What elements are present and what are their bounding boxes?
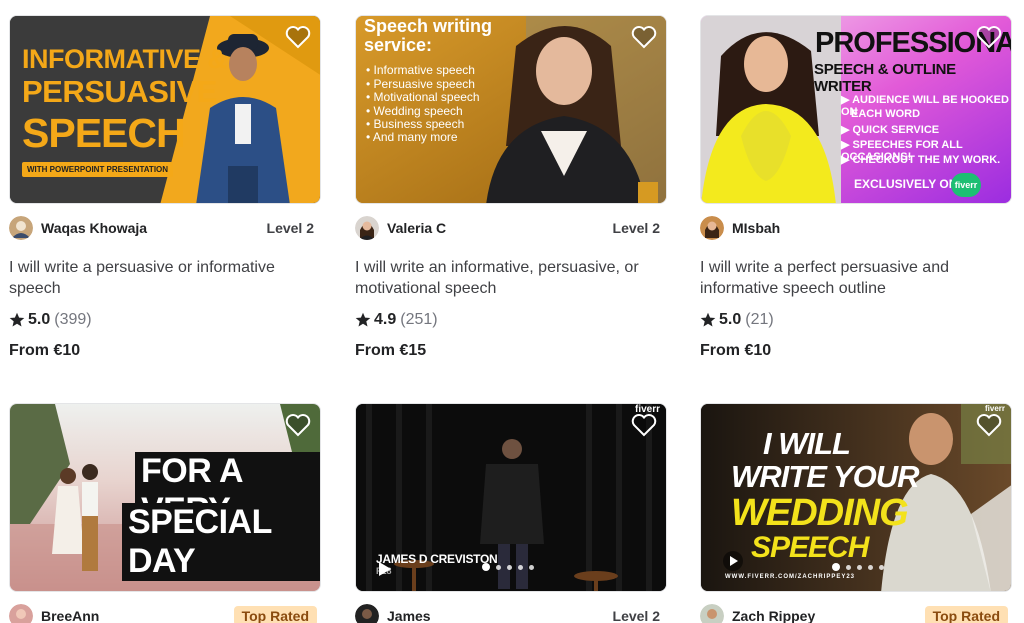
review-count: (251) bbox=[400, 311, 438, 328]
seller-name[interactable]: BreeAnn bbox=[41, 608, 99, 623]
avatar[interactable] bbox=[355, 216, 379, 240]
thumb-heading-1: Speech writing bbox=[364, 16, 493, 36]
carousel-dots[interactable] bbox=[482, 563, 534, 571]
gig-price: From €10 bbox=[9, 342, 81, 359]
seller-level-badge: Level 2 bbox=[612, 608, 660, 623]
star-icon bbox=[355, 312, 371, 327]
gig-thumbnail[interactable]: Speech writing service: • Informative sp… bbox=[355, 15, 667, 204]
gig-card[interactable]: I WILL WRITE YOUR WEDDING SPEECH fiverr … bbox=[700, 403, 1012, 623]
avatar[interactable] bbox=[700, 216, 724, 240]
top-rated-badge: Top Rated bbox=[233, 606, 317, 623]
seller-row: Valeria C Level 2 bbox=[355, 215, 667, 241]
gig-title[interactable]: I will write a persuasive or informative… bbox=[9, 257, 321, 299]
seller-row: BreeAnn Top Rated bbox=[9, 603, 321, 623]
thumb-line-3: SPEECH bbox=[22, 110, 186, 156]
thumb-list-item: ▶ CHECKOUT THE MY WORK. bbox=[841, 154, 1001, 166]
favorite-heart-icon[interactable] bbox=[285, 413, 311, 437]
gig-thumbnail[interactable]: fiverr JAMES D CREVISTON F18 bbox=[355, 403, 667, 592]
avatar[interactable] bbox=[9, 216, 33, 240]
seller-row: Zach Rippey Top Rated bbox=[700, 603, 1012, 623]
avatar[interactable] bbox=[700, 604, 724, 623]
thumb-list-item: • Persuasive speech bbox=[366, 77, 475, 91]
review-count: (21) bbox=[745, 311, 774, 328]
gig-card[interactable]: INFORMATIVE & PERSUASIVE SPEECH WITH POW… bbox=[9, 15, 321, 360]
carousel-dots[interactable] bbox=[832, 563, 884, 571]
top-rated-badge: Top Rated bbox=[924, 606, 1008, 623]
favorite-heart-icon[interactable] bbox=[976, 25, 1002, 49]
avatar[interactable] bbox=[355, 604, 379, 623]
gig-card[interactable]: FOR A VERY SPECIAL DAY BreeAnn Top Rated bbox=[9, 403, 321, 623]
play-icon[interactable] bbox=[374, 559, 394, 579]
gig-price: From €10 bbox=[700, 342, 772, 359]
thumb-list-item: • And many more bbox=[366, 130, 458, 144]
gig-rating: 5.0 (399) bbox=[9, 310, 321, 330]
thumb-line-1: I WILL bbox=[763, 426, 851, 461]
favorite-heart-icon[interactable] bbox=[631, 25, 657, 49]
gig-price: From €15 bbox=[355, 342, 427, 359]
gig-thumbnail[interactable]: I WILL WRITE YOUR WEDDING SPEECH fiverr … bbox=[700, 403, 1012, 592]
seller-row: James Level 2 bbox=[355, 603, 667, 623]
seller-row: MIsbah bbox=[700, 215, 1012, 241]
gig-card[interactable]: Speech writing service: • Informative sp… bbox=[355, 15, 667, 360]
play-icon[interactable] bbox=[723, 551, 743, 571]
favorite-heart-icon[interactable] bbox=[631, 413, 657, 437]
thumb-tag: WITH POWERPOINT PRESENTATION bbox=[22, 162, 174, 177]
favorite-heart-icon[interactable] bbox=[285, 25, 311, 49]
seller-name[interactable]: MIsbah bbox=[732, 220, 780, 236]
thumb-heading-2: service: bbox=[364, 35, 433, 55]
fiverr-logo: fiverr bbox=[951, 173, 981, 197]
thumb-line-3: WEDDING bbox=[731, 492, 909, 534]
review-count: (399) bbox=[54, 311, 92, 328]
gig-card[interactable]: PROFESSIONAL SPEECH & OUTLINE WRITER ▶ A… bbox=[700, 15, 1012, 360]
thumb-url: WWW.FIVERR.COM/ZACHRIPPEY23 bbox=[725, 574, 856, 580]
thumb-line-2: WRITE YOUR bbox=[731, 459, 919, 494]
gig-title[interactable]: I will write a perfect persuasive and in… bbox=[700, 257, 1012, 299]
rating-score: 5.0 bbox=[719, 311, 742, 328]
rating-score: 5.0 bbox=[28, 311, 51, 328]
gig-card[interactable]: fiverr JAMES D CREVISTON F18 James Level… bbox=[355, 403, 667, 623]
thumb-line-2: PERSUASIVE bbox=[22, 74, 217, 109]
gig-title[interactable]: I will write an informative, persuasive,… bbox=[355, 257, 667, 299]
star-icon bbox=[9, 312, 25, 327]
video-caption: JAMES D CREVISTON bbox=[376, 552, 498, 566]
seller-name[interactable]: Waqas Khowaja bbox=[41, 220, 147, 236]
fiverr-logo: fiverr bbox=[984, 404, 1005, 413]
gig-thumbnail[interactable]: INFORMATIVE & PERSUASIVE SPEECH WITH POW… bbox=[9, 15, 321, 204]
gig-rating: 5.0 (21) bbox=[700, 310, 1012, 330]
gig-thumbnail[interactable]: PROFESSIONAL SPEECH & OUTLINE WRITER ▶ A… bbox=[700, 15, 1012, 204]
thumb-line-1: INFORMATIVE & bbox=[22, 44, 227, 74]
thumb-list-item: • Business speech bbox=[366, 117, 465, 131]
thumb-list-item: • Motivational speech bbox=[366, 90, 480, 104]
seller-row: Waqas Khowaja Level 2 bbox=[9, 215, 321, 241]
seller-name[interactable]: Valeria C bbox=[387, 220, 446, 236]
thumb-list-item: ▶ QUICK SERVICE bbox=[841, 124, 940, 136]
seller-name[interactable]: James bbox=[387, 608, 431, 623]
star-icon bbox=[700, 312, 716, 327]
thumb-line-2: SPECIAL DAY bbox=[122, 503, 320, 581]
gig-rating: 4.9 (251) bbox=[355, 310, 667, 330]
rating-score: 4.9 bbox=[374, 311, 397, 328]
thumb-list-item: EACH WORD bbox=[851, 108, 921, 120]
thumb-list-item: • Wedding speech bbox=[366, 104, 463, 118]
thumb-line-4: SPEECH bbox=[751, 531, 869, 564]
gig-thumbnail[interactable]: FOR A VERY SPECIAL DAY bbox=[9, 403, 321, 592]
seller-level-badge: Level 2 bbox=[612, 220, 660, 236]
favorite-heart-icon[interactable] bbox=[976, 413, 1002, 437]
seller-level-badge: Level 2 bbox=[266, 220, 314, 236]
avatar[interactable] bbox=[9, 604, 33, 623]
thumb-list-item: • Informative speech bbox=[366, 63, 475, 77]
seller-name[interactable]: Zach Rippey bbox=[732, 608, 815, 623]
thumb-line-2: SPEECH & OUTLINE WRITER bbox=[814, 61, 956, 95]
thumb-footer: EXCLUSIVELY ON bbox=[854, 177, 958, 191]
